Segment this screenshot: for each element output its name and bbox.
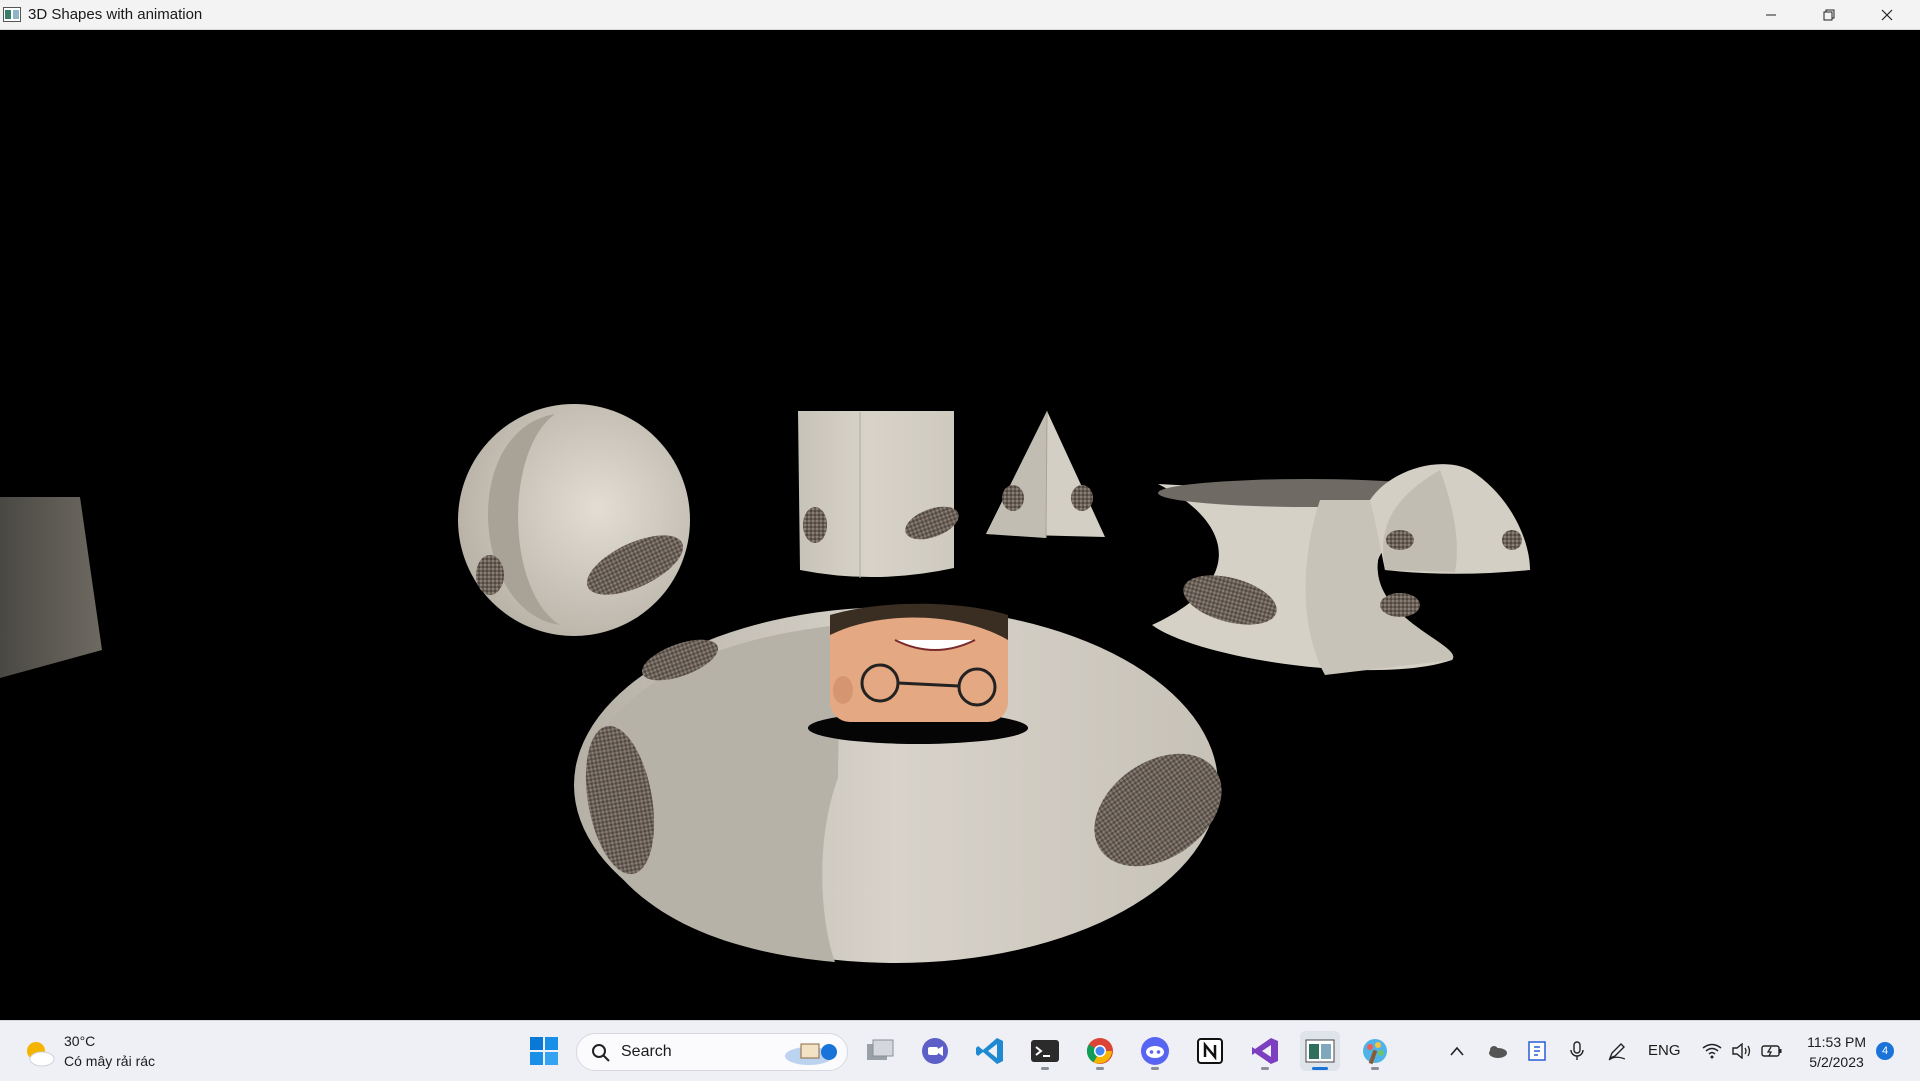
chrome-button[interactable] <box>1080 1031 1120 1071</box>
teams-chat-icon <box>922 1038 948 1064</box>
render-viewport[interactable] <box>0 30 1920 1018</box>
search-label: Search <box>621 1043 672 1060</box>
active-indicator <box>1312 1067 1328 1070</box>
task-view-icon <box>867 1039 894 1060</box>
pen-tray[interactable] <box>1602 1035 1632 1067</box>
taskbar: 30°C Có mây rải rác Search ENG 11:53 PM … <box>0 1020 1920 1081</box>
visual-studio-icon <box>1252 1038 1278 1064</box>
restore-button[interactable] <box>1800 0 1858 29</box>
onedrive-tray[interactable] <box>1482 1035 1512 1067</box>
volume-icon <box>1732 1043 1751 1059</box>
vscode-icon <box>976 1038 1003 1064</box>
discord-button[interactable] <box>1135 1031 1175 1071</box>
windows-start-icon <box>530 1037 558 1065</box>
running-indicator <box>1371 1067 1379 1070</box>
task-view-button[interactable] <box>860 1031 900 1071</box>
close-icon <box>1881 9 1893 20</box>
weather-widget[interactable]: 30°C Có mây rải rác <box>18 1031 178 1075</box>
paint-icon <box>1363 1039 1387 1065</box>
document-tray-icon <box>1528 1041 1546 1061</box>
weather-condition: Có mây rải rác <box>64 1053 156 1069</box>
cube-shape <box>0 497 102 678</box>
terminal-icon <box>1031 1040 1059 1062</box>
running-indicator <box>1261 1067 1269 1070</box>
running-indicator <box>1041 1067 1049 1070</box>
opengl-app-button[interactable] <box>1300 1031 1340 1071</box>
battery-tray[interactable] <box>1757 1035 1787 1067</box>
clock-time: 11:53 PM <box>1807 1034 1866 1050</box>
show-hidden-icons-button[interactable] <box>1442 1035 1472 1067</box>
wifi-tray[interactable] <box>1697 1035 1727 1067</box>
notion-button[interactable] <box>1190 1031 1230 1071</box>
taskbar-search[interactable]: Search <box>576 1033 848 1071</box>
volume-tray[interactable] <box>1727 1035 1757 1067</box>
window-title: 3D Shapes with animation <box>28 6 203 23</box>
clock-date: 5/2/2023 <box>1809 1054 1864 1070</box>
restore-icon <box>1823 9 1835 20</box>
mobius-shape <box>1370 464 1530 574</box>
onedrive-cloud-icon <box>1489 1046 1507 1058</box>
cylinder-shape <box>798 411 959 578</box>
sphere-shape <box>458 404 690 636</box>
microphone-icon <box>1570 1041 1584 1060</box>
close-button[interactable] <box>1858 0 1916 29</box>
scene-canvas <box>0 404 1530 963</box>
editor-tray[interactable] <box>1522 1035 1552 1067</box>
start-button[interactable] <box>524 1031 564 1071</box>
teams-chat-button[interactable] <box>915 1031 955 1071</box>
battery-charging-icon <box>1761 1045 1782 1057</box>
opengl-app-icon <box>1305 1039 1335 1063</box>
visual-studio-button[interactable] <box>1245 1031 1285 1071</box>
chrome-icon <box>1086 1038 1113 1064</box>
window-title-bar[interactable]: 3D Shapes with animation <box>0 0 1920 30</box>
search-icon <box>592 1044 610 1062</box>
running-indicator <box>1096 1067 1104 1070</box>
terminal-button[interactable] <box>1025 1031 1065 1071</box>
minimize-icon <box>1766 14 1776 15</box>
app-icon <box>3 7 21 22</box>
partly-cloudy-icon <box>27 1042 55 1067</box>
discord-icon <box>1141 1037 1169 1065</box>
running-indicator <box>1151 1067 1159 1070</box>
face-texture <box>830 603 1008 722</box>
notification-badge[interactable]: 4 <box>1876 1042 1894 1060</box>
torus-shape <box>574 603 1222 963</box>
clock[interactable]: 11:53 PM 5/2/2023 <box>1807 1032 1866 1072</box>
input-language[interactable]: ENG <box>1648 1042 1681 1059</box>
notion-icon <box>1197 1038 1223 1064</box>
wifi-icon <box>1702 1043 1722 1059</box>
cone-shape <box>986 410 1105 539</box>
minimize-button[interactable] <box>1742 0 1800 29</box>
weather-temperature: 30°C <box>64 1033 96 1049</box>
vscode-button[interactable] <box>970 1031 1010 1071</box>
pen-icon <box>1608 1043 1626 1061</box>
paint-button[interactable] <box>1355 1031 1395 1071</box>
search-highlight-icon <box>785 1043 837 1065</box>
chevron-up-icon <box>1450 1046 1464 1056</box>
microphone-tray[interactable] <box>1562 1035 1592 1067</box>
